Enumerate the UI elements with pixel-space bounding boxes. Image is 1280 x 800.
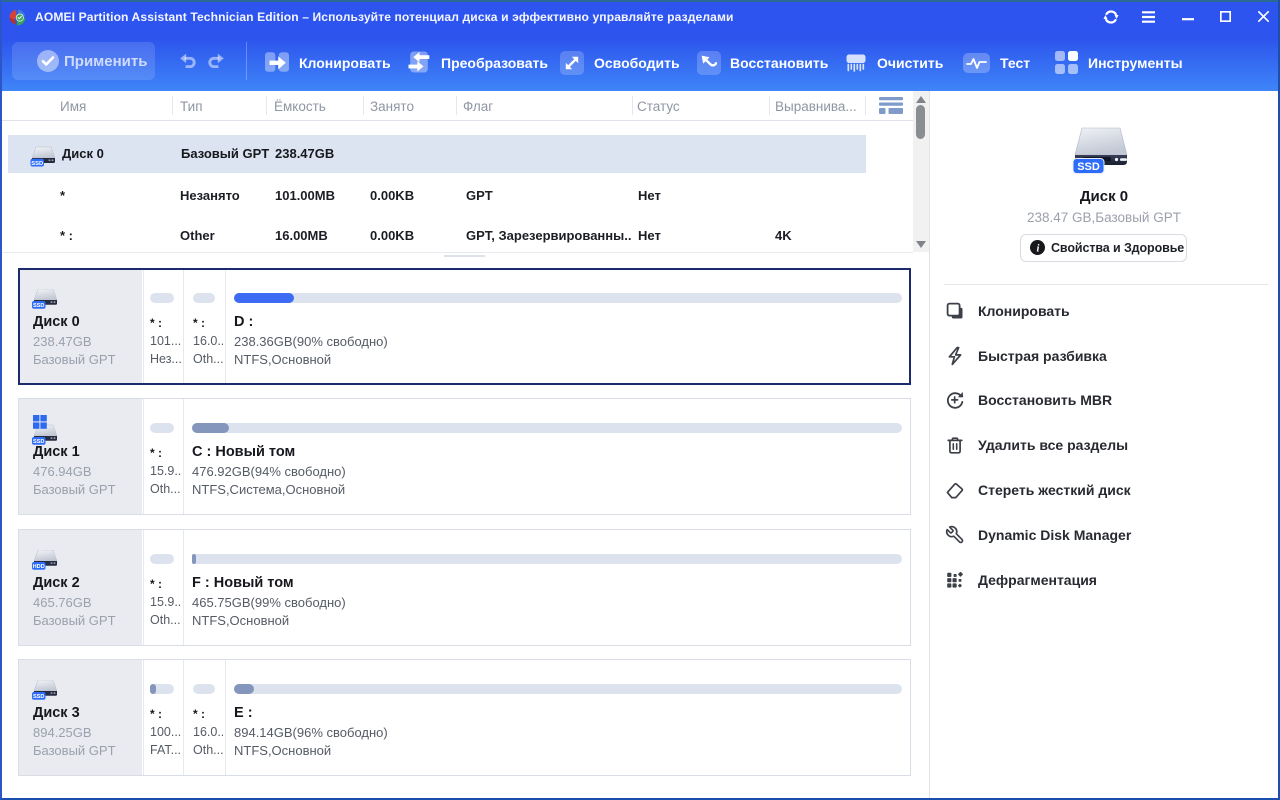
svg-text:SSD: SSD [1077, 161, 1100, 173]
svg-text:HDD: HDD [33, 564, 45, 570]
svg-text:SSD: SSD [33, 303, 45, 309]
svg-text:i: i [1036, 243, 1039, 254]
svg-text:SSD: SSD [31, 161, 43, 167]
svg-text:SSD: SSD [33, 694, 45, 700]
